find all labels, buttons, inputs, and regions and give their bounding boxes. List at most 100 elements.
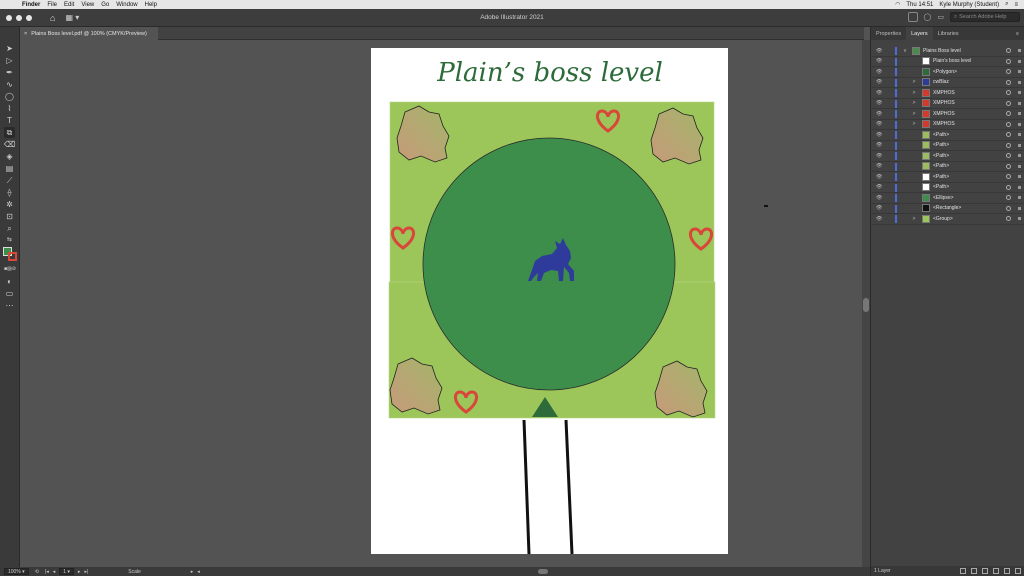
- layer-row[interactable]: 👁 <Rectangle>: [871, 204, 1024, 214]
- target-icon[interactable]: [1006, 90, 1011, 96]
- layer-row[interactable]: 👁 <Path>: [871, 172, 1024, 183]
- pen-tool-icon[interactable]: ✒: [4, 67, 15, 78]
- last-artboard-icon[interactable]: ▸|: [84, 569, 88, 575]
- workspace-menu-icon[interactable]: ▭: [937, 13, 944, 21]
- wifi-icon[interactable]: ◠: [895, 1, 900, 8]
- menu-edit[interactable]: Edit: [64, 2, 74, 8]
- document-tab[interactable]: × Plains Boss level.pdf @ 100% (CMYK/Pre…: [20, 27, 158, 40]
- layer-row[interactable]: 👁 > XMPHOS: [871, 120, 1024, 130]
- target-icon[interactable]: [1006, 195, 1011, 201]
- direct-selection-tool-icon[interactable]: ▷: [4, 55, 15, 66]
- target-icon[interactable]: [1006, 205, 1011, 211]
- selection-indicator[interactable]: [1018, 164, 1021, 168]
- eraser-tool-icon[interactable]: ⌫: [4, 139, 15, 150]
- menu-go[interactable]: Go: [101, 2, 109, 8]
- selection-indicator[interactable]: [1018, 206, 1021, 210]
- workspace-switcher-icon[interactable]: ▦ ▾: [65, 13, 79, 22]
- eyedropper-tool-icon[interactable]: ⟋: [4, 175, 15, 186]
- user-name[interactable]: Kyle Murphy (Student): [939, 2, 999, 8]
- layer-name[interactable]: <Group>: [933, 216, 953, 222]
- close-tab-icon[interactable]: ×: [24, 31, 27, 37]
- tab-properties[interactable]: Properties: [871, 27, 906, 40]
- blend-tool-icon[interactable]: ⟠: [4, 187, 15, 198]
- gradient-tool-icon[interactable]: ▤: [4, 163, 15, 174]
- layer-name[interactable]: XMPHOS: [933, 90, 955, 96]
- tab-libraries[interactable]: Libraries: [933, 27, 964, 40]
- new-layer-icon[interactable]: [1004, 568, 1010, 574]
- layer-name[interactable]: <Rectangle>: [933, 205, 961, 211]
- target-icon[interactable]: [1006, 142, 1011, 148]
- target-icon[interactable]: [1006, 132, 1011, 138]
- selection-indicator[interactable]: [1018, 122, 1021, 126]
- visibility-eye-icon[interactable]: 👁: [876, 48, 882, 54]
- selection-indicator[interactable]: [1018, 133, 1021, 137]
- selection-indicator[interactable]: [1018, 101, 1021, 105]
- export-icon[interactable]: [960, 568, 966, 574]
- close-window-button[interactable]: [6, 14, 12, 21]
- layer-row[interactable]: 👁 > <Group>: [871, 214, 1024, 225]
- ellipse-tool-icon[interactable]: ◯: [4, 91, 15, 102]
- selection-indicator[interactable]: [1018, 59, 1021, 63]
- layer-name[interactable]: Plain’s boss level: [933, 58, 971, 64]
- visibility-eye-icon[interactable]: 👁: [876, 163, 882, 169]
- selection-indicator[interactable]: [1018, 70, 1021, 74]
- control-center-icon[interactable]: ≡: [1014, 2, 1018, 8]
- selection-indicator[interactable]: [1018, 175, 1021, 179]
- tab-layers[interactable]: Layers: [906, 27, 933, 40]
- artboard-tool-icon[interactable]: ⊡: [4, 211, 15, 222]
- expand-toggle-icon[interactable]: >: [911, 100, 917, 106]
- shape-builder-tool-icon[interactable]: ◈: [4, 151, 15, 162]
- target-icon[interactable]: [1006, 100, 1011, 106]
- selection-indicator[interactable]: [1018, 185, 1021, 189]
- layer-name[interactable]: <Path>: [933, 142, 949, 148]
- search-help-input[interactable]: ⌕ Search Adobe Help: [950, 12, 1020, 22]
- artboard-number-field[interactable]: 1 ▾: [59, 568, 74, 575]
- visibility-eye-icon[interactable]: 👁: [876, 205, 882, 211]
- layer-name[interactable]: XMPHOS: [933, 111, 955, 117]
- layer-name[interactable]: Plains Boss level: [923, 48, 961, 54]
- target-icon[interactable]: [1006, 153, 1011, 159]
- layer-row[interactable]: 👁 <Path>: [871, 183, 1024, 193]
- locate-object-icon[interactable]: [971, 568, 977, 574]
- visibility-eye-icon[interactable]: 👁: [876, 216, 882, 222]
- horizontal-scroll-thumb[interactable]: [538, 569, 548, 574]
- layer-name[interactable]: <Path>: [933, 153, 949, 159]
- artwork[interactable]: Plain’s boss level: [371, 48, 728, 554]
- layer-row[interactable]: 👁 > XMPHOS: [871, 88, 1024, 99]
- menu-help[interactable]: Help: [145, 2, 157, 8]
- target-icon[interactable]: [1006, 216, 1011, 222]
- layer-name[interactable]: <Path>: [933, 184, 949, 190]
- selection-indicator[interactable]: [1018, 91, 1021, 95]
- visibility-eye-icon[interactable]: 👁: [876, 69, 882, 75]
- arrange-documents-icon[interactable]: [907, 12, 918, 22]
- layer-row[interactable]: 👁 v Plains Boss level: [871, 46, 1024, 57]
- layer-row[interactable]: 👁 <Path>: [871, 130, 1024, 141]
- spotlight-icon[interactable]: ⌕: [1005, 1, 1008, 8]
- visibility-eye-icon[interactable]: 👁: [876, 132, 882, 138]
- symbol-sprayer-tool-icon[interactable]: ✲: [4, 199, 15, 210]
- target-icon[interactable]: [1006, 174, 1011, 180]
- layer-row[interactable]: 👁 > cwBlaz: [871, 78, 1024, 88]
- brush-tool-icon[interactable]: ⌇: [4, 103, 15, 114]
- more-tools-icon[interactable]: ⋯: [4, 300, 15, 311]
- visibility-eye-icon[interactable]: 👁: [876, 174, 882, 180]
- lightbulb-icon[interactable]: ◯: [924, 13, 932, 21]
- rotate-view-icon[interactable]: ⟲: [35, 569, 39, 575]
- expand-toggle-icon[interactable]: >: [911, 121, 917, 127]
- color-mode-icon[interactable]: ■▨⊘: [4, 264, 16, 275]
- expand-toggle-icon[interactable]: >: [911, 79, 917, 85]
- drawing-mode-icon[interactable]: ◐: [4, 276, 15, 287]
- scale-tool-icon[interactable]: ⧉: [4, 127, 15, 138]
- layer-row[interactable]: 👁 <Ellipse>: [871, 193, 1024, 204]
- selection-indicator[interactable]: [1018, 217, 1021, 221]
- delete-layer-icon[interactable]: [1015, 568, 1021, 574]
- minimize-window-button[interactable]: [16, 14, 22, 21]
- target-icon[interactable]: [1006, 184, 1011, 190]
- selection-indicator[interactable]: [1018, 112, 1021, 116]
- vertical-scroll-thumb[interactable]: [863, 298, 869, 312]
- expand-toggle-icon[interactable]: v: [902, 48, 908, 54]
- zoom-window-button[interactable]: [26, 14, 32, 21]
- selection-indicator[interactable]: [1018, 80, 1021, 84]
- target-icon[interactable]: [1006, 121, 1011, 127]
- layer-name[interactable]: XMPHOS: [933, 121, 955, 127]
